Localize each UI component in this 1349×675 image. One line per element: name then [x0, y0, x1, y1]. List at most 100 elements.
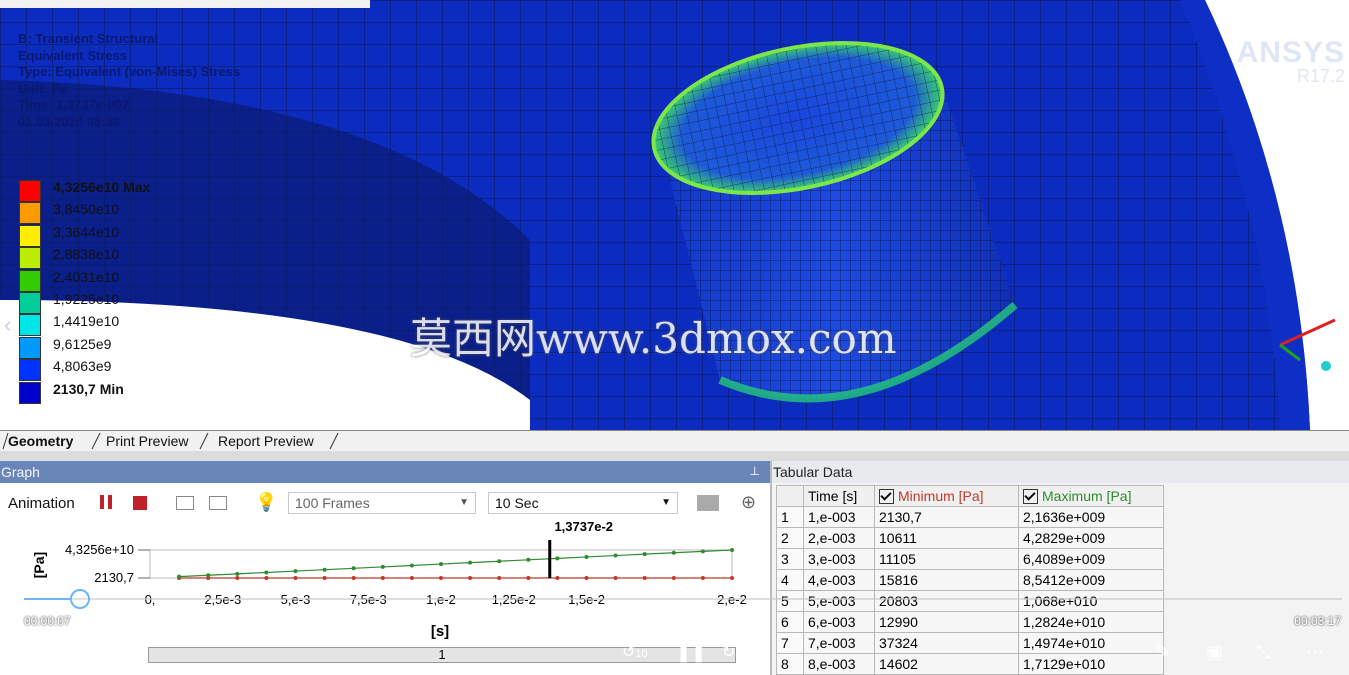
chart-ylabel: [Pa] — [31, 552, 47, 578]
data-point — [380, 564, 385, 569]
volume-icon[interactable]: 🔊︎ — [38, 642, 49, 663]
pin-icon[interactable]: ⊥ — [750, 464, 760, 478]
table-cell: 2,e-003 — [803, 527, 875, 549]
lightbulb-icon[interactable]: 💡 — [255, 492, 277, 513]
chevron-left-icon[interactable]: ‹ — [4, 312, 11, 338]
pause-icon[interactable] — [100, 495, 112, 509]
watermark: 莫西网www.3dmox.com — [410, 314, 897, 363]
info-line: B: Transient Structural — [18, 31, 159, 46]
data-point — [555, 556, 560, 561]
table-row[interactable]: 8 8,e-003 14602 1,7129e+010 — [776, 653, 1164, 675]
forward-button[interactable]: ↻30 — [722, 642, 748, 662]
series-line — [179, 549, 733, 578]
table-row[interactable]: 4 4,e-003 15816 8,5412e+009 — [776, 569, 1164, 591]
frames-select[interactable]: 100 Frames ▼ — [288, 492, 476, 514]
data-point — [613, 553, 618, 558]
model-viewport[interactable]: B: Transient Structural Equivalent Stres… — [0, 0, 1349, 430]
y-tick-label: 4,3256e+10 — [65, 542, 134, 557]
table-row[interactable]: 2 2,e-003 10611 4,2829e+009 — [776, 527, 1164, 549]
graph-title: Graph — [0, 461, 771, 483]
table-cell: 10611 — [874, 527, 1019, 549]
slider-value: 1 — [438, 647, 446, 662]
legend-label: 9,6125e9 — [53, 335, 112, 352]
row-index: 8 — [776, 653, 804, 675]
info-line: Equivalent Stress — [18, 47, 128, 63]
animation-label: Animation — [8, 495, 75, 512]
exit-fullscreen-icon[interactable]: ⤡ — [1256, 642, 1270, 663]
table-cell: 14602 — [874, 653, 1019, 675]
x-tick-label: 5,e-3 — [281, 592, 311, 607]
row-index: 5 — [776, 590, 804, 612]
header-label: Maximum [Pa] — [1042, 487, 1132, 504]
table-header: Time [s] Minimum [Pa] Maximum [Pa] — [776, 485, 1164, 507]
table-row[interactable]: 5 5,e-003 20803 1,068e+010 — [776, 590, 1164, 612]
more-options-icon[interactable]: ⋯ — [1306, 642, 1324, 663]
tabular-table: Time [s] Minimum [Pa] Maximum [Pa] 1 1,e-… — [776, 485, 1164, 675]
chevron-down-icon: ▼ — [459, 497, 469, 508]
view-tabs: Geometry Print Preview Report Preview — [0, 430, 1349, 451]
data-point — [322, 576, 327, 580]
data-point — [380, 576, 385, 580]
row-index: 3 — [776, 548, 804, 570]
data-point — [671, 576, 676, 580]
legend-swatch — [19, 202, 41, 225]
frame-export-icon[interactable] — [209, 496, 227, 510]
table-row[interactable]: 1 1,e-003 2130,7 2,1636e+009 — [776, 506, 1164, 528]
stop-icon[interactable] — [133, 496, 147, 510]
ansys-logo: ANSYS R17.2 — [1237, 36, 1345, 87]
legend-label: 1,9225e10 — [53, 291, 120, 307]
checkbox-minimum[interactable] — [879, 489, 894, 505]
rewind-seconds: 10 — [635, 648, 648, 660]
data-point — [671, 550, 676, 555]
x-tick-label: 1,25e-2 — [492, 592, 536, 607]
table-cell: 1,7129e+010 — [1018, 653, 1164, 675]
checkbox-maximum[interactable] — [1023, 489, 1038, 505]
info-line: Unit: Pa — [18, 80, 68, 96]
miniplayer-icon[interactable]: ▣ — [1206, 642, 1223, 663]
pane-divider[interactable] — [0, 451, 1349, 461]
table-cell: 11105 — [874, 548, 1019, 570]
header-maximum[interactable]: Maximum [Pa] — [1018, 485, 1164, 507]
result-info: B: Transient Structural Equivalent Stres… — [18, 31, 240, 130]
table-cell: 4,e-003 — [803, 569, 875, 591]
rewind-button[interactable]: ↺10 — [622, 642, 648, 662]
row-index: 1 — [776, 506, 804, 528]
legend-swatch — [19, 180, 41, 202]
header-corner — [776, 485, 804, 507]
header-label: Minimum [Pa] — [898, 487, 984, 504]
pencil-icon[interactable]: ✎ — [1156, 642, 1171, 663]
header-minimum[interactable]: Minimum [Pa] — [874, 485, 1019, 507]
legend-label: 3,3644e10 — [53, 223, 120, 240]
timeline-slider[interactable]: 1 — [148, 647, 736, 663]
row-index: 2 — [776, 527, 804, 549]
duration-select[interactable]: 10 Sec ▼ — [488, 492, 678, 514]
table-cell: 20803 — [874, 590, 1019, 612]
table-cell: 37324 — [874, 632, 1019, 654]
data-point — [613, 576, 618, 580]
data-point — [700, 549, 705, 554]
data-point — [206, 573, 211, 578]
table-cell: 3,e-003 — [803, 548, 875, 570]
subtitles-icon[interactable]: ▭ — [88, 642, 105, 663]
x-tick-label: 7,5e-3 — [350, 592, 387, 607]
legend-swatch — [19, 314, 41, 337]
zoom-icon[interactable]: ⊕ — [741, 492, 756, 513]
data-point — [351, 566, 356, 571]
tabular-title: Tabular Data — [772, 461, 1349, 483]
pause-icon[interactable]: ❚❚ — [676, 642, 706, 663]
frame-strip-icon[interactable] — [176, 496, 194, 510]
data-point — [235, 571, 240, 576]
export-video-icon[interactable] — [697, 495, 719, 511]
data-point — [526, 576, 531, 580]
chart-xlabel: [s] — [431, 623, 449, 640]
legend-swatch — [19, 359, 41, 382]
table-row[interactable]: 7 7,e-003 37324 1,4974e+010 — [776, 632, 1164, 654]
data-point — [264, 570, 269, 575]
data-point — [351, 576, 356, 580]
table-row[interactable]: 3 3,e-003 11105 6,4089e+009 — [776, 548, 1164, 570]
data-point — [322, 567, 327, 572]
table-row[interactable]: 6 6,e-003 12990 1,2824e+010 — [776, 611, 1164, 633]
legend-swatch — [19, 224, 41, 247]
table-cell: 1,4974e+010 — [1018, 632, 1164, 654]
table-cell: 7,e-003 — [803, 632, 875, 654]
